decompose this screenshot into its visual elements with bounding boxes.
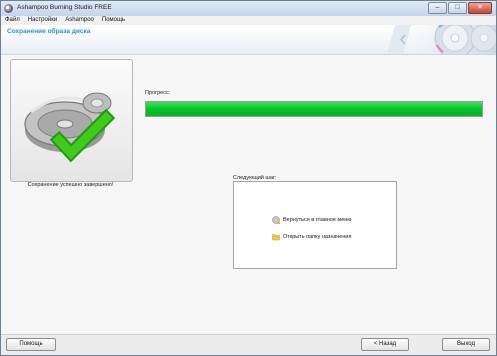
open-destination-folder-label: Открыть папку назначения	[283, 234, 352, 240]
home-disc-icon	[272, 216, 280, 224]
progress-label: Прогресс:	[145, 90, 171, 96]
open-destination-folder-link[interactable]: Открыть папку назначения	[272, 232, 351, 242]
back-button[interactable]: < Назад	[361, 338, 409, 351]
header-disc-decoration	[381, 25, 496, 54]
app-disc-icon[interactable]	[4, 4, 13, 13]
progress-bar	[145, 101, 483, 117]
page-header: Сохранение образа диска	[1, 25, 496, 55]
maximize-icon: □	[455, 4, 460, 11]
close-icon: ✕	[477, 4, 483, 11]
return-main-menu-label: Вернуться в главное меню	[283, 217, 352, 223]
exit-button[interactable]: Выход	[442, 338, 490, 351]
maximize-button[interactable]: □	[448, 2, 467, 14]
progress-fill	[146, 102, 482, 116]
menu-ashampoo[interactable]: Ashampoo	[61, 16, 98, 25]
title-bar[interactable]: Ashampoo Burning Studio FREE – □ ✕	[1, 1, 496, 16]
disc-success-icon	[24, 92, 116, 163]
window-controls: – □ ✕	[428, 2, 492, 14]
close-button[interactable]: ✕	[468, 2, 492, 14]
return-main-menu-link[interactable]: Вернуться в главное меню	[272, 215, 351, 225]
menu-help[interactable]: Помощь	[98, 16, 129, 25]
page-title: Сохранение образа диска	[7, 28, 91, 35]
bottom-toolbar: Помощь < Назад Выход	[1, 334, 496, 355]
minimize-button[interactable]: –	[428, 2, 447, 14]
window-title: Ashampoo Burning Studio FREE	[17, 4, 112, 11]
menu-settings[interactable]: Настройки	[24, 16, 61, 25]
folder-icon	[272, 234, 280, 241]
next-step-panel: Вернуться в главное меню Открыть папку н…	[233, 181, 397, 269]
menu-bar: Файл Настройки Ashampoo Помощь	[1, 16, 496, 25]
status-message: Сохранение успешно завершено!	[27, 182, 114, 188]
help-button[interactable]: Помощь	[6, 338, 56, 351]
minimize-icon: –	[435, 4, 440, 11]
app-window: Ashampoo Burning Studio FREE – □ ✕ Файл …	[0, 0, 497, 356]
menu-file[interactable]: Файл	[1, 16, 24, 25]
main-content: Сохранение успешно завершено! Прогресс: …	[1, 55, 496, 336]
result-image-frame	[10, 59, 133, 182]
